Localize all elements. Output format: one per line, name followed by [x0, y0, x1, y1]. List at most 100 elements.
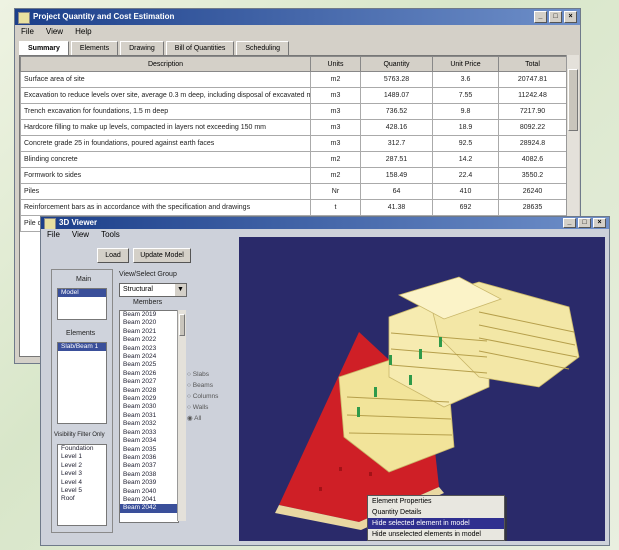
tab-scheduling[interactable]: Scheduling: [236, 41, 290, 55]
members-scrollbar-thumb[interactable]: [179, 314, 185, 336]
list-item[interactable]: Beam 2025: [120, 361, 178, 369]
viewer-menu-tools[interactable]: Tools: [101, 229, 120, 240]
list-item[interactable]: Level 4: [58, 479, 106, 487]
list-item[interactable]: Level 3: [58, 470, 106, 478]
list-item[interactable]: Beam 2034: [120, 437, 178, 445]
list-item[interactable]: Beam 2028: [120, 387, 178, 395]
table-row[interactable]: Piles Nr 64 410 26240: [20, 183, 566, 200]
elements-list[interactable]: Slab/Beam 1: [57, 342, 107, 424]
viewer-menu-file[interactable]: File: [47, 229, 60, 240]
viewer-close-icon[interactable]: ×: [593, 218, 606, 228]
list-item[interactable]: Beam 2026: [120, 370, 178, 378]
chevron-down-icon[interactable]: ▼: [175, 284, 186, 296]
list-item[interactable]: Model: [58, 289, 106, 298]
menu-view[interactable]: View: [46, 25, 63, 39]
3d-viewport[interactable]: Element Properties Quantity Details Hide s…: [239, 237, 605, 541]
group-dropdown[interactable]: Structural ▼: [119, 283, 187, 297]
list-item[interactable]: Beam 2032: [120, 420, 178, 428]
cell-total: 20747.81: [498, 71, 566, 88]
list-item[interactable]: Beam 2023: [120, 345, 178, 353]
cell-unit-price: 14.2: [432, 151, 499, 168]
radio-option[interactable]: ○ Walls: [187, 402, 227, 413]
update-model-button[interactable]: Update Model: [133, 248, 191, 263]
viewer-minimize-icon[interactable]: _: [563, 218, 576, 228]
load-button[interactable]: Load: [97, 248, 129, 263]
column-header-units[interactable]: Units: [310, 56, 361, 72]
column-header-quantity[interactable]: Quantity: [360, 56, 433, 72]
list-item[interactable]: Beam 2024: [120, 353, 178, 361]
list-item[interactable]: Beam 2030: [120, 403, 178, 411]
list-item[interactable]: Beam 2042: [120, 504, 178, 513]
radio-label: Walls: [192, 404, 209, 411]
list-item[interactable]: Beam 2041: [120, 496, 178, 504]
list-item[interactable]: Beam 2019: [120, 311, 178, 319]
context-menu-item[interactable]: Hide unselected elements in model: [368, 529, 504, 540]
members-scrollbar[interactable]: [177, 310, 186, 521]
list-item[interactable]: Beam 2036: [120, 454, 178, 462]
list-item[interactable]: Beam 2035: [120, 446, 178, 454]
list-item[interactable]: Beam 2038: [120, 471, 178, 479]
list-item[interactable]: Slab/Beam 1: [58, 343, 106, 352]
table-row[interactable]: Formwork to sides m2 158.49 22.4 3550.2: [20, 167, 566, 184]
list-item[interactable]: Beam 2027: [120, 378, 178, 386]
cell-unit-price: 3.6: [432, 71, 499, 88]
column-header-unit-price[interactable]: Unit Price: [432, 56, 499, 72]
cell-quantity: 428.16: [360, 119, 433, 136]
list-item[interactable]: Roof: [58, 495, 106, 503]
estimation-window-titlebar[interactable]: Project Quantity and Cost Estimation _ □…: [15, 9, 580, 25]
list-item[interactable]: Beam 2020: [120, 319, 178, 327]
viewer-maximize-icon[interactable]: □: [578, 218, 591, 228]
tab-summary[interactable]: Summary: [19, 41, 69, 56]
tab-drawing[interactable]: Drawing: [120, 41, 164, 55]
table-row[interactable]: Blinding concrete m2 287.51 14.2 4082.6: [20, 151, 566, 168]
cell-description: Concrete grade 25 in foundations, poured…: [20, 135, 311, 152]
context-menu-item[interactable]: Hide selected element in model: [368, 518, 504, 529]
list-item[interactable]: Beam 2029: [120, 395, 178, 403]
visibility-filter-list[interactable]: Foundation Level 1 Level 2 Level 3 Level 4 Le…: [57, 444, 107, 526]
list-item[interactable]: Foundation: [58, 445, 106, 453]
main-list[interactable]: Model: [57, 288, 107, 320]
table-row[interactable]: Trench excavation for foundations, 1.5 m…: [20, 103, 566, 120]
list-item[interactable]: Level 5: [58, 487, 106, 495]
table-scrollbar-thumb[interactable]: [568, 69, 578, 131]
cell-description: Surface area of site: [20, 71, 311, 88]
list-item[interactable]: Level 2: [58, 462, 106, 470]
cell-quantity: 41.38: [360, 199, 433, 216]
menu-file[interactable]: File: [21, 25, 34, 39]
cell-quantity: 5763.28: [360, 71, 433, 88]
table-row[interactable]: Surface area of site m2 5763.28 3.6 20747.81: [20, 71, 566, 88]
tab-elements[interactable]: Elements: [70, 41, 119, 55]
context-menu-item[interactable]: Quantity Details: [368, 507, 504, 518]
menu-help[interactable]: Help: [75, 25, 91, 39]
table-row[interactable]: Concrete grade 25 in foundations, poured…: [20, 135, 566, 152]
table-row[interactable]: Hardcore filling to make up levels, comp…: [20, 119, 566, 136]
list-item[interactable]: Beam 2022: [120, 336, 178, 344]
cell-total: 28924.8: [498, 135, 566, 152]
viewer-window-titlebar[interactable]: 3D Viewer _ □ ×: [41, 217, 609, 229]
list-item[interactable]: Beam 2031: [120, 412, 178, 420]
column-header-description[interactable]: Description: [20, 56, 311, 72]
elements-label: Elements: [66, 330, 96, 337]
list-item[interactable]: Beam 2021: [120, 328, 178, 336]
minimize-icon[interactable]: _: [534, 11, 547, 23]
table-row[interactable]: Reinforcement bars as in accordance with…: [20, 199, 566, 216]
maximize-icon[interactable]: □: [549, 11, 562, 23]
list-item[interactable]: Beam 2040: [120, 488, 178, 496]
tab-bill-of-quantities[interactable]: Bill of Quantities: [165, 41, 235, 55]
radio-option[interactable]: ○ Beams: [187, 380, 227, 391]
list-item[interactable]: Beam 2039: [120, 479, 178, 487]
list-item[interactable]: Beam 2037: [120, 462, 178, 470]
members-list[interactable]: Beam 2019 Beam 2020 Beam 2021 Beam 2022 Beam…: [119, 310, 179, 523]
context-menu-item[interactable]: Element Properties: [368, 496, 504, 507]
close-icon[interactable]: ×: [564, 11, 577, 23]
context-menu: Element Properties Quantity Details Hide s…: [367, 495, 505, 541]
radio-option[interactable]: ○ Slabs: [187, 369, 227, 380]
list-item[interactable]: Level 1: [58, 453, 106, 461]
table-row[interactable]: Excavation to reduce levels over site, a…: [20, 87, 566, 104]
radio-option[interactable]: ◉ All: [187, 413, 227, 424]
cell-quantity: 158.49: [360, 167, 433, 184]
viewer-menu-view[interactable]: View: [72, 229, 89, 240]
list-item[interactable]: Beam 2033: [120, 429, 178, 437]
radio-option[interactable]: ○ Columns: [187, 391, 227, 402]
column-header-total[interactable]: Total: [498, 56, 566, 72]
